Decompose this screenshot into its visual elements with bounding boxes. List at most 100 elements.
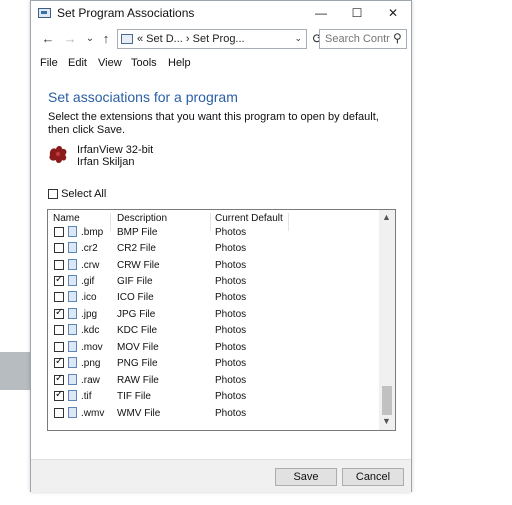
up-arrow-icon[interactable]: ↑ [97,30,115,48]
extension-name: .gif [81,276,95,287]
menu-view[interactable]: View [98,57,122,69]
cancel-button[interactable]: Cancel [342,468,404,486]
list-item[interactable]: .jpg JPG File Photos [48,306,379,322]
scroll-down-arrow-icon[interactable]: ▼ [382,416,391,426]
row-checkbox[interactable] [54,408,64,418]
row-checkbox[interactable] [54,274,64,286]
row-checkbox[interactable] [54,342,64,352]
checkbox[interactable] [48,189,58,200]
file-type-icon [68,357,77,368]
extension-name: .ico [81,292,97,303]
column-header-current-default[interactable]: Current Default [215,213,283,224]
extension-description: BMP File [117,227,158,238]
row-checkbox[interactable] [54,227,64,237]
row-checkbox[interactable] [54,325,64,335]
file-type-icon [68,324,77,335]
extensions-list[interactable]: Name Description Current Default .bmp BM… [47,209,396,431]
column-header-description[interactable]: Description [117,213,167,224]
menu-tools[interactable]: Tools [131,57,157,69]
title-bar: Set Program Associations — ☐ ✕ [31,1,411,25]
file-type-icon [68,275,77,286]
row-checkbox[interactable] [54,307,64,319]
address-dropdown-chevron-icon[interactable]: ⌄ [294,33,302,44]
window-title: Set Program Associations [57,6,195,20]
current-default-app: Photos [215,375,247,386]
search-icon[interactable]: ⚲ [393,31,402,45]
scroll-up-arrow-icon[interactable]: ▲ [382,212,391,222]
current-default-app: Photos [215,325,247,336]
scroll-thumb[interactable] [382,386,392,415]
save-button[interactable]: Save [275,468,337,486]
file-type-icon [68,407,77,418]
set-program-associations-window: Set Program Associations — ☐ ✕ ← → ⌄ ↑ «… [30,0,412,492]
extension-name: .tif [81,391,92,402]
extension-name: .bmp [81,227,104,238]
current-default-app: Photos [215,292,247,303]
file-type-icon [68,259,77,270]
page-title: Set associations for a program [48,89,238,105]
row-checkbox[interactable] [54,389,64,401]
extension-description: GIF File [117,276,153,287]
row-checkbox[interactable] [54,260,64,270]
extension-name: .cr2 [81,243,98,254]
extension-name: .wmv [81,408,105,419]
list-item[interactable]: .bmp BMP File Photos [48,224,379,240]
close-button[interactable]: ✕ [375,1,411,25]
current-default-app: Photos [215,227,247,238]
control-panel-icon [38,8,51,18]
file-type-icon [68,308,77,319]
current-default-app: Photos [215,391,247,402]
vertical-scrollbar[interactable]: ▲ ▼ [379,210,395,430]
select-all-label: Select All [61,188,107,200]
extension-description: TIF File [117,391,151,402]
list-item[interactable]: .mov MOV File Photos [48,339,379,355]
minimize-button[interactable]: — [303,1,339,25]
row-checkbox[interactable] [54,356,64,368]
current-default-app: Photos [215,408,247,419]
program-publisher: Irfan Skiljan [77,156,135,168]
extension-description: KDC File [117,325,158,336]
list-item[interactable]: .png PNG File Photos [48,355,379,371]
list-item[interactable]: .gif GIF File Photos [48,273,379,289]
menu-edit[interactable]: Edit [68,57,87,69]
back-arrow-icon[interactable]: ← [39,30,57,48]
current-default-app: Photos [215,342,247,353]
current-default-app: Photos [215,276,247,287]
row-checkbox[interactable] [54,373,64,385]
list-item[interactable]: .wmv WMV File Photos [48,405,379,421]
dialog-footer: Save Cancel [31,459,411,492]
extension-name: .crw [81,260,100,271]
menu-file[interactable]: File [40,57,58,69]
list-item[interactable]: .ico ICO File Photos [48,289,379,305]
extension-description: RAW File [117,375,159,386]
list-item[interactable]: .cr2 CR2 File Photos [48,240,379,256]
file-type-icon [68,341,77,352]
breadcrumb[interactable]: « Set D... › Set Prog... [137,33,245,45]
row-checkbox[interactable] [54,292,64,302]
maximize-button[interactable]: ☐ [339,1,375,25]
extension-description: JPG File [117,309,156,320]
extension-description: MOV File [117,342,159,353]
column-header-name[interactable]: Name [53,213,80,224]
row-checkbox[interactable] [54,243,64,253]
list-item[interactable]: .raw RAW File Photos [48,372,379,388]
extension-description: PNG File [117,358,158,369]
select-all-checkbox[interactable]: Select All [48,188,106,200]
extension-name: .kdc [81,325,100,336]
file-type-icon [68,242,77,253]
extension-name: .mov [81,342,103,353]
extension-name: .png [81,358,101,369]
menu-help[interactable]: Help [168,57,191,69]
list-item[interactable]: .tif TIF File Photos [48,388,379,404]
control-panel-icon [121,34,133,44]
list-item[interactable]: .crw CRW File Photos [48,257,379,273]
extension-description: ICO File [117,292,154,303]
current-default-app: Photos [215,260,247,271]
extension-name: .jpg [81,309,98,320]
current-default-app: Photos [215,309,247,320]
menu-bar: File Edit View Tools Help [31,55,411,73]
irfanview-logo-icon [49,146,67,163]
list-item[interactable]: .kdc KDC File Photos [48,322,379,338]
forward-arrow-icon[interactable]: → [61,30,79,48]
address-bar[interactable]: « Set D... › Set Prog... ⌄ [117,29,307,49]
